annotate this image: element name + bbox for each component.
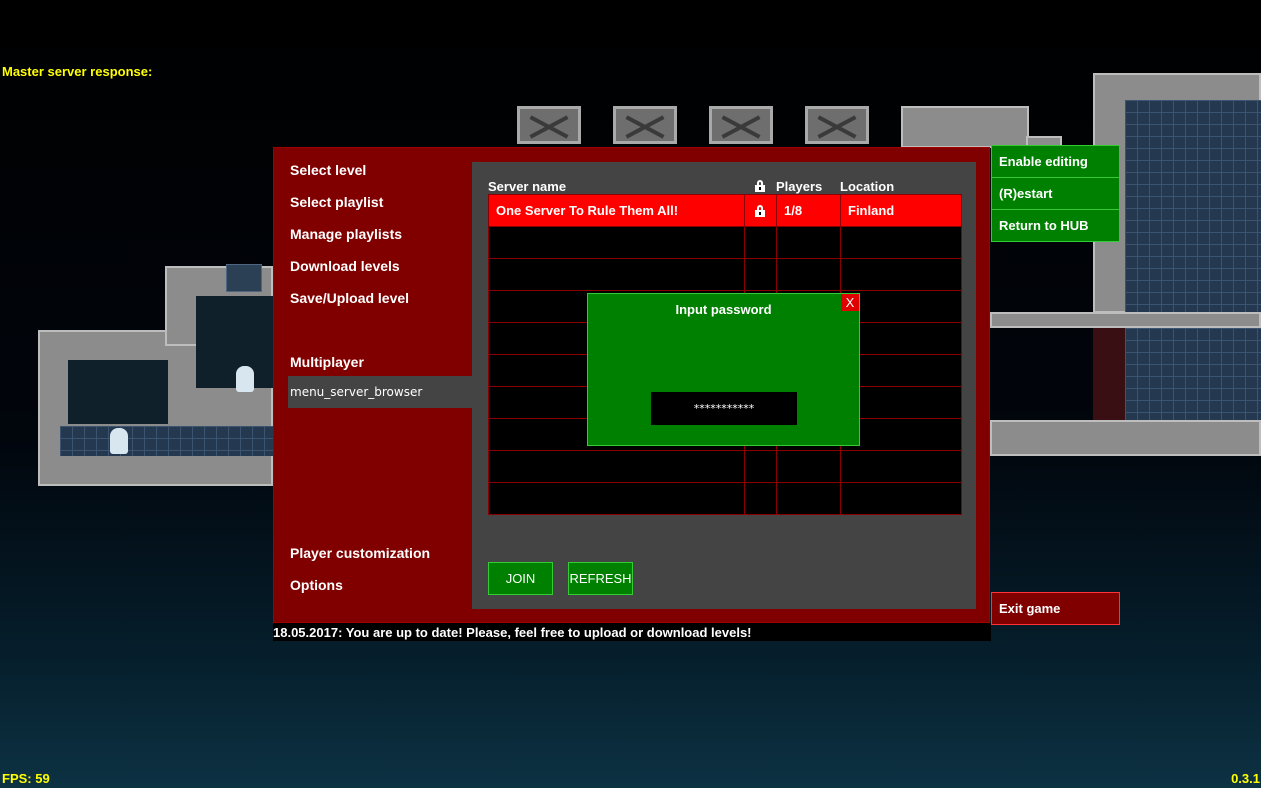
lock-icon <box>755 205 765 217</box>
dialog-title: Input password <box>675 302 772 317</box>
server-row-empty[interactable] <box>488 482 962 515</box>
server-row[interactable]: One Server To Rule Them All! 1/8 Finland <box>488 194 962 227</box>
server-locked <box>744 194 777 227</box>
server-row-empty[interactable] <box>488 226 962 259</box>
menu-item-server-browser[interactable]: menu_server_browser <box>288 376 472 408</box>
server-name: One Server To Rule Them All! <box>488 194 745 227</box>
room-interior <box>68 360 168 424</box>
crate-sprite <box>805 106 869 144</box>
tile-floor <box>60 426 273 456</box>
menu-item-multiplayer[interactable]: Multiplayer <box>290 354 364 370</box>
password-input[interactable] <box>651 392 797 425</box>
crate-sprite <box>709 106 773 144</box>
menu-item-save-upload-level[interactable]: Save/Upload level <box>290 290 409 306</box>
tile-wall <box>1125 100 1261 430</box>
return-to-hub-button[interactable]: Return to HUB <box>991 209 1120 242</box>
password-dialog: Input password X <box>587 293 860 446</box>
close-button[interactable]: X <box>841 294 859 311</box>
menu-item-player-customization[interactable]: Player customization <box>290 545 430 561</box>
fps-counter: FPS: 59 <box>2 771 50 786</box>
machine-panel <box>226 264 262 292</box>
droid-sprite <box>236 366 254 392</box>
exit-game-button[interactable]: Exit game <box>991 592 1120 625</box>
news-ticker: 18.05.2017: You are up to date! Please, … <box>273 623 991 641</box>
menu-item-manage-playlists[interactable]: Manage playlists <box>290 226 402 242</box>
server-players: 1/8 <box>776 194 841 227</box>
refresh-button[interactable]: REFRESH <box>568 562 633 595</box>
column-header-server-name[interactable]: Server name <box>488 179 566 194</box>
lock-icon[interactable] <box>755 180 765 192</box>
wall-block <box>901 106 1029 148</box>
droid-sprite <box>110 428 128 454</box>
menu-item-download-levels[interactable]: Download levels <box>290 258 400 274</box>
crate-sprite <box>517 106 581 144</box>
menu-item-select-playlist[interactable]: Select playlist <box>290 194 383 210</box>
wall-block <box>990 420 1261 456</box>
column-header-location[interactable]: Location <box>840 179 894 194</box>
server-row-empty[interactable] <box>488 450 962 483</box>
join-button[interactable]: JOIN <box>488 562 553 595</box>
room-interior <box>1093 328 1125 420</box>
server-row-empty[interactable] <box>488 258 962 291</box>
menu-item-options[interactable]: Options <box>290 577 343 593</box>
restart-button[interactable]: (R)estart <box>991 177 1120 210</box>
room-interior <box>196 296 273 388</box>
master-server-response: Master server response: <box>2 64 153 79</box>
wall-block <box>990 312 1261 328</box>
column-header-players[interactable]: Players <box>776 179 822 194</box>
crate-sprite <box>613 106 677 144</box>
version-label: 0.3.1 <box>1231 771 1260 786</box>
menu-item-select-level[interactable]: Select level <box>290 162 366 178</box>
server-location: Finland <box>840 194 962 227</box>
enable-editing-button[interactable]: Enable editing <box>991 145 1120 178</box>
